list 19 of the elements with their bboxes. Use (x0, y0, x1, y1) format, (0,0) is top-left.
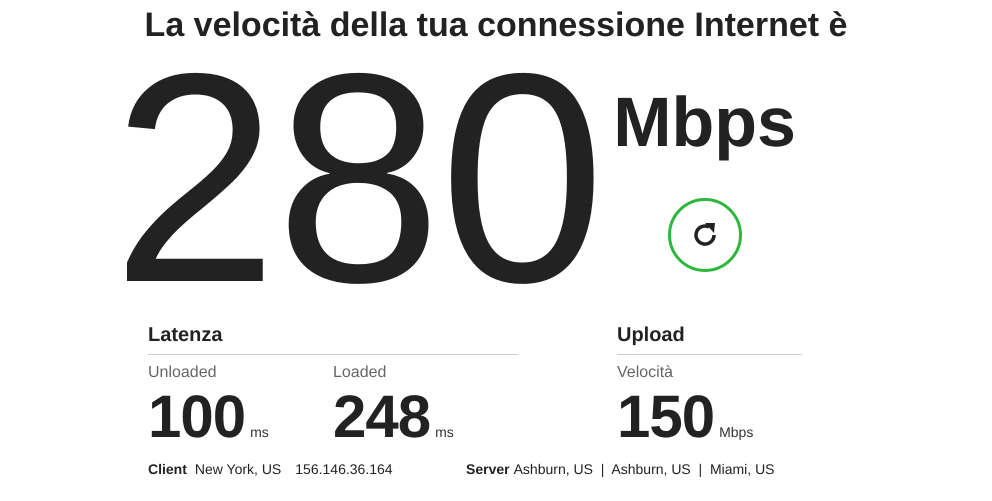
metric-unit: Mbps (719, 424, 754, 440)
section-title: Latenza (148, 322, 518, 355)
section-title: Upload (617, 322, 802, 355)
client-location: New York, US (194, 461, 282, 477)
headline: La velocità della tua connessione Internet è (144, 5, 848, 46)
server-locations: Ashburn, US | Ashburn, US | Miami, US (514, 461, 775, 477)
metric-label: Loaded (333, 363, 388, 383)
server-label: Server (466, 461, 510, 477)
metric-unit: ms (435, 424, 454, 440)
metric-value: 150 (617, 385, 714, 449)
client-label: Client (148, 461, 187, 477)
speed-value: 280 (112, 46, 604, 312)
metric-value: 248 (333, 385, 430, 449)
metric-label: Unloaded (148, 363, 218, 383)
metric-label: Velocità (617, 363, 674, 383)
client-ip: 156.146.36.164 (295, 461, 393, 477)
metric-unit: ms (250, 424, 269, 440)
metric-value: 100 (148, 385, 246, 449)
speed-unit: Mbps (613, 82, 796, 162)
